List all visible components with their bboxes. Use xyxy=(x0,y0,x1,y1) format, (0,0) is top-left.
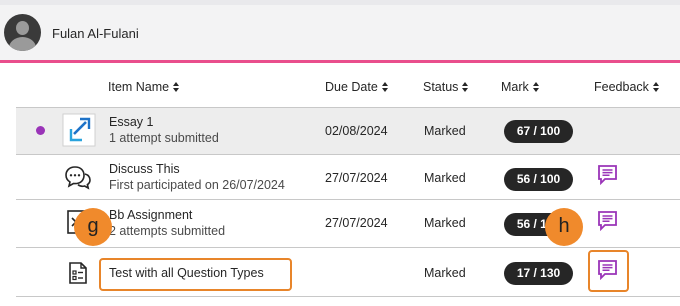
row-divider xyxy=(16,199,680,200)
mark-pill[interactable]: 17 / 130 xyxy=(504,262,573,285)
discussion-bubble-icon xyxy=(65,166,91,190)
mark-pill[interactable]: 67 / 100 xyxy=(504,120,573,143)
column-header-due-date[interactable]: Due Date xyxy=(325,80,389,94)
sort-icon xyxy=(381,82,389,92)
sort-icon xyxy=(173,82,180,92)
avatar-body xyxy=(9,37,36,51)
user-avatar-icon xyxy=(4,14,41,51)
mark-pill[interactable]: 56 / 100 xyxy=(504,168,573,191)
status-text: Marked xyxy=(424,266,466,280)
highlight-test-title xyxy=(99,258,292,291)
row-divider xyxy=(16,296,680,297)
column-header-label: Mark xyxy=(501,80,529,94)
column-header-label: Feedback xyxy=(594,80,649,94)
due-date: 02/08/2024 xyxy=(325,124,388,138)
header-divider xyxy=(0,60,680,63)
item-subtitle: 2 attempts submitted xyxy=(109,224,226,238)
row-divider xyxy=(16,247,680,248)
item-title-link[interactable]: Essay 1 xyxy=(109,115,153,129)
new-activity-dot xyxy=(36,126,45,135)
column-header-status[interactable]: Status xyxy=(423,80,469,94)
column-header-label: Item Name xyxy=(108,80,170,94)
avatar-head xyxy=(16,21,29,35)
user-name: Fulan Al-Fulani xyxy=(52,26,139,41)
callout-h: h xyxy=(545,208,583,246)
column-header-item-name[interactable]: Item Name xyxy=(108,80,180,94)
feedback-icon[interactable] xyxy=(597,210,618,231)
callout-g: g xyxy=(74,208,112,246)
item-title-link[interactable]: Bb Assignment xyxy=(109,208,192,222)
item-title-link[interactable]: Discuss This xyxy=(109,162,180,176)
sort-icon xyxy=(462,82,469,92)
column-header-label: Due Date xyxy=(325,80,378,94)
due-date: 27/07/2024 xyxy=(325,171,388,185)
status-text: Marked xyxy=(424,171,466,185)
test-document-icon xyxy=(69,262,87,284)
user-header: Fulan Al-Fulani xyxy=(0,5,680,60)
due-date: 27/07/2024 xyxy=(325,216,388,230)
column-header-mark[interactable]: Mark xyxy=(501,80,540,94)
item-subtitle: 1 attempt submitted xyxy=(109,131,219,145)
status-text: Marked xyxy=(424,124,466,138)
sort-icon xyxy=(532,82,540,92)
status-text: Marked xyxy=(424,216,466,230)
assignment-arrow-icon xyxy=(62,113,96,147)
column-header-label: Status xyxy=(423,80,459,94)
row-divider xyxy=(16,154,680,155)
highlight-feedback-icon xyxy=(588,250,629,292)
column-header-feedback[interactable]: Feedback xyxy=(594,80,660,94)
feedback-icon[interactable] xyxy=(597,164,618,185)
item-subtitle: First participated on 26/07/2024 xyxy=(109,178,285,192)
sort-icon xyxy=(652,82,660,92)
